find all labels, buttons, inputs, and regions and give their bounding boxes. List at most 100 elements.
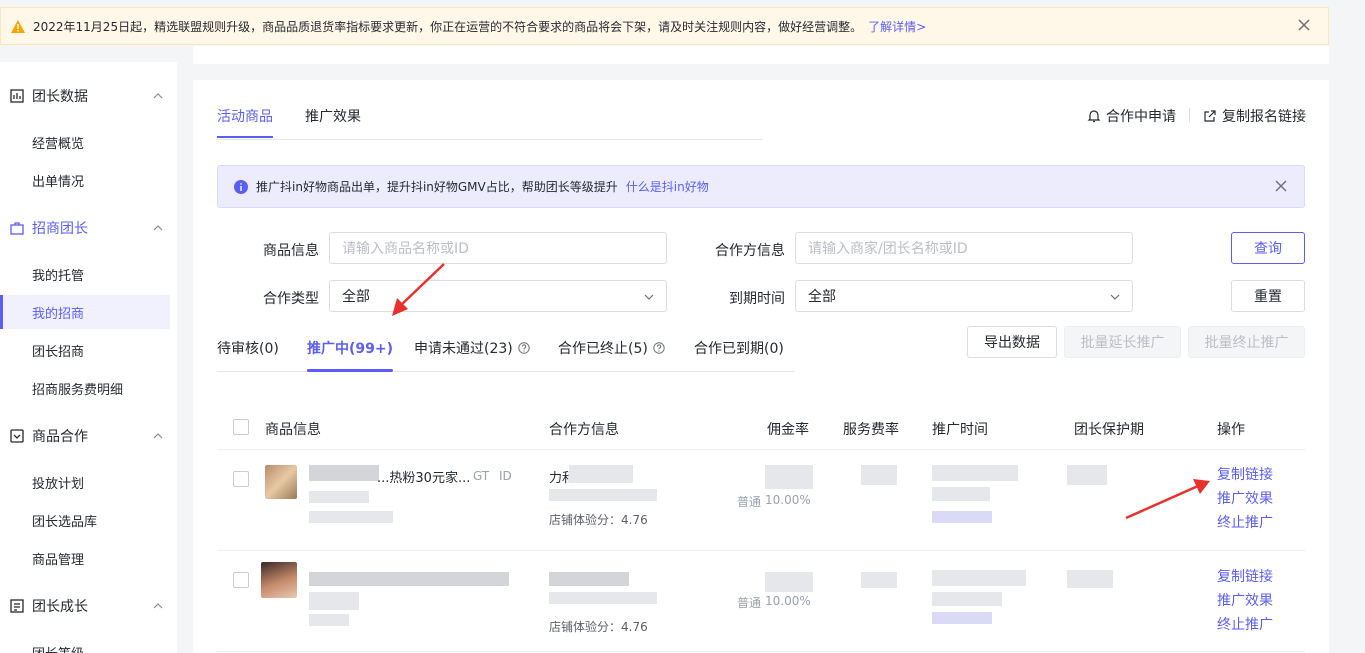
divider bbox=[1189, 108, 1190, 122]
rate-prefix: 普通 bbox=[737, 596, 762, 610]
top-panel-edge bbox=[193, 46, 1329, 64]
product-thumbnail bbox=[265, 465, 297, 499]
tab-promoting[interactable]: 推广中(99+) bbox=[307, 338, 394, 372]
redacted-text bbox=[549, 489, 657, 501]
tab-label: 合作已终止(5) bbox=[558, 341, 648, 357]
sidebar-item-leader-recruit[interactable]: 团长招商 bbox=[0, 333, 170, 367]
commission-rate: 10.00% bbox=[765, 594, 811, 608]
tag-id: ID bbox=[499, 469, 512, 483]
tab-rejected[interactable]: 申请未通过(23) bbox=[414, 338, 530, 358]
commission-rate: 10.00% bbox=[765, 493, 811, 507]
sidebar-item-overview[interactable]: 经营概览 bbox=[0, 125, 170, 159]
row-checkbox[interactable] bbox=[233, 471, 249, 487]
shop-score: 店铺体验分：4.76 bbox=[549, 620, 648, 634]
coop-type-select[interactable]: 全部 bbox=[329, 280, 667, 312]
product-search-input[interactable]: 请输入商品名称或ID bbox=[329, 232, 667, 264]
page-tabs: 活动商品 推广效果 bbox=[217, 100, 763, 140]
tab-promo-effect[interactable]: 推广效果 bbox=[305, 106, 361, 126]
export-data-button[interactable]: 导出数据 bbox=[967, 326, 1057, 358]
sidebar-item-level[interactable]: 团长等级 bbox=[0, 635, 170, 653]
redacted-text bbox=[861, 465, 897, 485]
close-icon[interactable] bbox=[1274, 179, 1288, 193]
redacted-text bbox=[1067, 465, 1107, 485]
tab-label: 待审核(0) bbox=[217, 341, 279, 357]
notice-learn-more-link[interactable]: 了解详情> bbox=[868, 18, 926, 35]
shop-score: 店铺体验分：4.76 bbox=[549, 513, 648, 527]
growth-icon bbox=[10, 599, 24, 613]
copy-link-button[interactable]: 复制链接 bbox=[1217, 565, 1273, 589]
coop-type-value: 全部 bbox=[342, 289, 370, 305]
redacted-text bbox=[932, 465, 1018, 481]
tab-terminated[interactable]: 合作已终止(5) bbox=[558, 338, 665, 358]
info-icon bbox=[234, 179, 248, 194]
bulk-terminate-button[interactable]: 批量终止推广 bbox=[1188, 326, 1305, 358]
expire-time-label: 到期时间 bbox=[729, 291, 785, 307]
select-all-checkbox[interactable] bbox=[233, 419, 249, 435]
redacted-text bbox=[932, 570, 1026, 586]
sidebar-item-service-fee[interactable]: 招商服务费明细 bbox=[0, 371, 170, 405]
sidebar-item-my-recruit[interactable]: 我的招商 bbox=[0, 295, 170, 329]
table-row: 店铺体验分：4.76 普通 10.00% 复制链接 推广效果 终止推广 bbox=[217, 552, 1305, 652]
sidebar-group-label: 团长数据 bbox=[32, 89, 88, 105]
partner-search-input[interactable]: 请输入商家/团长名称或ID bbox=[795, 232, 1133, 264]
promo-effect-link[interactable]: 推广效果 bbox=[1217, 589, 1273, 613]
tab-label: 推广中(99+) bbox=[307, 341, 394, 357]
col-product: 商品信息 bbox=[265, 422, 321, 438]
terminate-promo-button[interactable]: 终止推广 bbox=[1217, 511, 1273, 535]
copy-signup-link-label: 复制报名链接 bbox=[1222, 109, 1306, 125]
redacted-text bbox=[569, 465, 633, 483]
coop-type-label: 合作类型 bbox=[263, 291, 319, 307]
handshake-icon bbox=[10, 429, 24, 443]
copy-signup-link-button[interactable]: 复制报名链接 bbox=[1203, 106, 1306, 126]
coop-apply-button[interactable]: 合作中申请 bbox=[1087, 106, 1176, 126]
row-checkbox[interactable] bbox=[233, 572, 249, 588]
redacted-text bbox=[932, 592, 1002, 606]
query-button[interactable]: 查询 bbox=[1231, 232, 1305, 264]
tab-expired[interactable]: 合作已到期(0) bbox=[694, 338, 784, 358]
redacted-text bbox=[309, 491, 369, 503]
redacted-text bbox=[932, 511, 992, 523]
bulk-extend-button[interactable]: 批量延长推广 bbox=[1064, 326, 1181, 358]
expire-time-select[interactable]: 全部 bbox=[795, 280, 1133, 312]
sidebar-item-product-manage[interactable]: 商品管理 bbox=[0, 541, 170, 575]
info-link[interactable]: 什么是抖in好物 bbox=[626, 178, 709, 195]
sidebar-item-selection[interactable]: 团长选品库 bbox=[0, 503, 170, 537]
terminate-promo-button[interactable]: 终止推广 bbox=[1217, 613, 1273, 637]
tab-active-products[interactable]: 活动商品 bbox=[217, 106, 273, 138]
col-commission: 佣金率 bbox=[767, 422, 809, 438]
copy-link-button[interactable]: 复制链接 bbox=[1217, 463, 1273, 487]
sidebar-item-my-hosting[interactable]: 我的托管 bbox=[0, 257, 170, 291]
sidebar-group-growth[interactable]: 团长成长 bbox=[0, 588, 177, 624]
sidebar-group-merchant-recruit[interactable]: 招商团长 bbox=[0, 210, 177, 246]
row-actions: 复制链接 推广效果 终止推广 bbox=[1217, 565, 1273, 637]
redacted-text bbox=[549, 572, 629, 586]
col-promo-time: 推广时间 bbox=[932, 422, 988, 438]
bell-icon bbox=[1087, 110, 1101, 123]
close-icon[interactable] bbox=[1296, 17, 1312, 33]
sidebar: 团长数据 经营概览 出单情况 招商团长 我的托管 我的招商 团长招商 招商服务费… bbox=[0, 62, 177, 653]
briefcase-icon bbox=[10, 222, 24, 235]
table-header: 商品信息 合作方信息 佣金率 服务费率 推广时间 团长保护期 操作 bbox=[217, 404, 1305, 450]
chevron-up-icon bbox=[153, 225, 163, 231]
col-service-fee: 服务费率 bbox=[843, 422, 899, 438]
redacted-text bbox=[309, 572, 509, 586]
sidebar-group-leader-data[interactable]: 团长数据 bbox=[0, 78, 177, 114]
external-link-icon bbox=[1204, 110, 1216, 122]
chart-icon bbox=[10, 89, 24, 103]
rate-prefix: 普通 bbox=[737, 495, 762, 509]
table-row: ...热粉30元家... GT ID 力和 店铺体验分：4.76 普通 10.0… bbox=[217, 451, 1305, 551]
promo-effect-link[interactable]: 推广效果 bbox=[1217, 487, 1273, 511]
chevron-up-icon bbox=[153, 433, 163, 439]
reset-button[interactable]: 重置 bbox=[1231, 280, 1305, 312]
notice-text: 2022年11月25日起，精选联盟规则升级，商品品质退货率指标要求更新，你正在运… bbox=[33, 19, 863, 34]
col-actions: 操作 bbox=[1217, 422, 1245, 438]
tab-pending[interactable]: 待审核(0) bbox=[217, 338, 279, 358]
sidebar-group-product-coop[interactable]: 商品合作 bbox=[0, 418, 177, 454]
info-text: 推广抖in好物商品出单，提升抖in好物GMV占比，帮助团长等级提升 bbox=[256, 180, 618, 194]
col-partner: 合作方信息 bbox=[549, 422, 619, 438]
product-info-label: 商品信息 bbox=[263, 243, 319, 259]
redacted-text bbox=[861, 572, 897, 588]
sidebar-item-orders[interactable]: 出单情况 bbox=[0, 163, 170, 197]
sidebar-item-plan[interactable]: 投放计划 bbox=[0, 465, 170, 499]
status-tabs: 待审核(0) 推广中(99+) 申请未通过(23) 合作已终止(5) 合作已到期… bbox=[217, 326, 795, 372]
